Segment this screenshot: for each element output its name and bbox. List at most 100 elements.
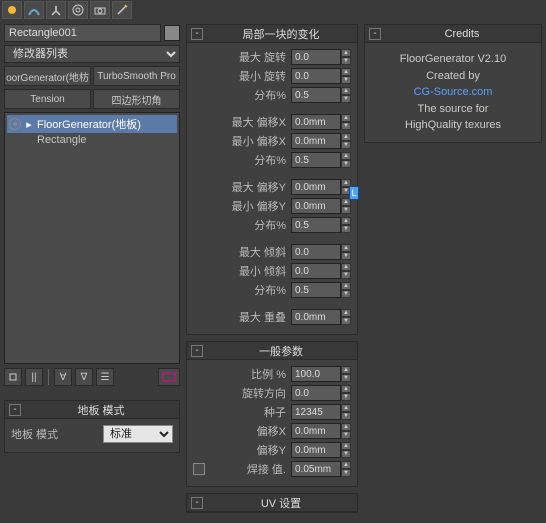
spinner-up-icon[interactable]: ▲ [341,385,351,393]
collapse-icon[interactable]: - [9,404,21,416]
spinner[interactable]: ▲▼ [291,244,351,260]
collapse-icon[interactable]: - [191,497,203,509]
eye-icon[interactable] [9,118,21,130]
spinner-input[interactable] [291,114,341,130]
spinner-input[interactable] [291,133,341,149]
spinner-up-icon[interactable]: ▲ [341,217,351,225]
spinner-down-icon[interactable]: ▼ [341,225,351,233]
spinner-up-icon[interactable]: ▲ [341,263,351,271]
modifier-sets-icon[interactable] [158,368,180,386]
rollout-header[interactable]: - 一般参数 [187,342,357,360]
spinner-down-icon[interactable]: ▼ [341,431,351,439]
spinner-up-icon[interactable]: ▲ [341,244,351,252]
spinner-input[interactable] [291,423,341,439]
spinner-down-icon[interactable]: ▼ [341,271,351,279]
spinner[interactable]: ▲▼ [291,385,351,401]
floor-mode-select[interactable]: 标准 [103,425,173,443]
stack-item-floorgenerator[interactable]: ▸ FloorGenerator(地板) [7,115,177,133]
spinner-down-icon[interactable]: ▼ [341,95,351,103]
spinner-up-icon[interactable]: ▲ [341,442,351,450]
spinner-down-icon[interactable]: ▼ [341,374,351,382]
spinner-input[interactable] [291,385,341,401]
spinner-input[interactable] [291,309,341,325]
spinner-down-icon[interactable]: ▼ [341,412,351,420]
spinner-down-icon[interactable]: ▼ [341,317,351,325]
spinner-input[interactable] [291,49,341,65]
object-name-input[interactable] [4,24,161,42]
spinner-up-icon[interactable]: ▲ [341,68,351,76]
spinner-input[interactable] [291,461,341,477]
spinner-up-icon[interactable]: ▲ [341,133,351,141]
rollout-header[interactable]: - Credits [365,25,541,43]
spinner-down-icon[interactable]: ▼ [341,450,351,458]
spinner[interactable]: ▲▼ [291,442,351,458]
remove-modifier-icon[interactable]: ∇ [75,368,93,386]
object-color-swatch[interactable] [164,25,180,41]
spinner[interactable]: ▲▼ [291,68,351,84]
make-unique-icon[interactable]: ∀ [54,368,72,386]
spinner[interactable]: ▲▼ [291,461,351,477]
spinner-input[interactable] [291,217,341,233]
modifier-preset-1[interactable]: TurboSmooth Pro [93,66,180,86]
rollout-header[interactable]: - UV 设置 [187,494,357,512]
toolbar-arc-icon[interactable] [24,1,44,19]
toolbar-target-icon[interactable] [68,1,88,19]
spinner-down-icon[interactable]: ▼ [341,122,351,130]
spinner-down-icon[interactable]: ▼ [341,393,351,401]
rollout-header[interactable]: - 地板 模式 [5,401,179,419]
spinner-down-icon[interactable]: ▼ [341,469,351,477]
spinner[interactable]: ▲▼ [291,282,351,298]
spinner[interactable]: ▲▼ [291,114,351,130]
modifier-list-dropdown[interactable]: 修改器列表 [4,45,180,63]
spinner-down-icon[interactable]: ▼ [341,57,351,65]
modifier-preset-0[interactable]: oorGenerator(地枋 [4,66,91,86]
spinner-up-icon[interactable]: ▲ [341,309,351,317]
checkbox[interactable] [193,463,205,475]
spinner-down-icon[interactable]: ▼ [341,290,351,298]
spinner-down-icon[interactable]: ▼ [341,252,351,260]
spinner-input[interactable] [291,68,341,84]
toolbar-wand-icon[interactable] [112,1,132,19]
spinner[interactable]: ▲▼ [291,87,351,103]
spinner-up-icon[interactable]: ▲ [341,114,351,122]
spinner-input[interactable] [291,244,341,260]
spinner[interactable]: ▲▼ [291,198,351,214]
spinner-input[interactable] [291,87,341,103]
spinner-input[interactable] [291,366,341,382]
stack-item-rectangle[interactable]: Rectangle [7,133,177,147]
spinner[interactable]: ▲▼ [291,133,351,149]
spinner[interactable]: ▲▼ [291,217,351,233]
spinner-up-icon[interactable]: ▲ [341,49,351,57]
toolbar-tripod-icon[interactable] [46,1,66,19]
spinner-up-icon[interactable]: ▲ [341,282,351,290]
spinner-down-icon[interactable]: ▼ [341,76,351,84]
collapse-icon[interactable]: - [191,28,203,40]
spinner-input[interactable] [291,198,341,214]
spinner-input[interactable] [291,442,341,458]
pin-stack-icon[interactable] [4,368,22,386]
spinner-down-icon[interactable]: ▼ [341,141,351,149]
spinner[interactable]: ▲▼ [291,404,351,420]
spinner-up-icon[interactable]: ▲ [341,404,351,412]
spinner[interactable]: ▲▼ [291,423,351,439]
spinner-down-icon[interactable]: ▼ [341,160,351,168]
spinner-down-icon[interactable]: ▼ [341,206,351,214]
spinner-up-icon[interactable]: ▲ [341,87,351,95]
spinner[interactable]: ▲▼ [291,152,351,168]
spinner-up-icon[interactable]: ▲ [341,423,351,431]
spinner[interactable]: ▲▼ [291,366,351,382]
spinner[interactable]: ▲▼ [291,309,351,325]
lock-marker-icon[interactable]: L [349,186,359,200]
collapse-icon[interactable]: - [191,345,203,357]
modifier-preset-3[interactable]: 四边形切角 [93,89,180,109]
spinner-up-icon[interactable]: ▲ [341,366,351,374]
collapse-icon[interactable]: - [369,28,381,40]
toolbar-camera-icon[interactable] [90,1,110,19]
spinner[interactable]: ▲▼ [291,179,351,195]
spinner-up-icon[interactable]: ▲ [341,461,351,469]
configure-sets-icon[interactable]: ☰ [96,368,114,386]
modifier-preset-2[interactable]: Tension [4,89,91,109]
spinner-input[interactable] [291,263,341,279]
spinner[interactable]: ▲▼ [291,263,351,279]
modifier-stack[interactable]: ▸ FloorGenerator(地板) Rectangle [4,112,180,364]
